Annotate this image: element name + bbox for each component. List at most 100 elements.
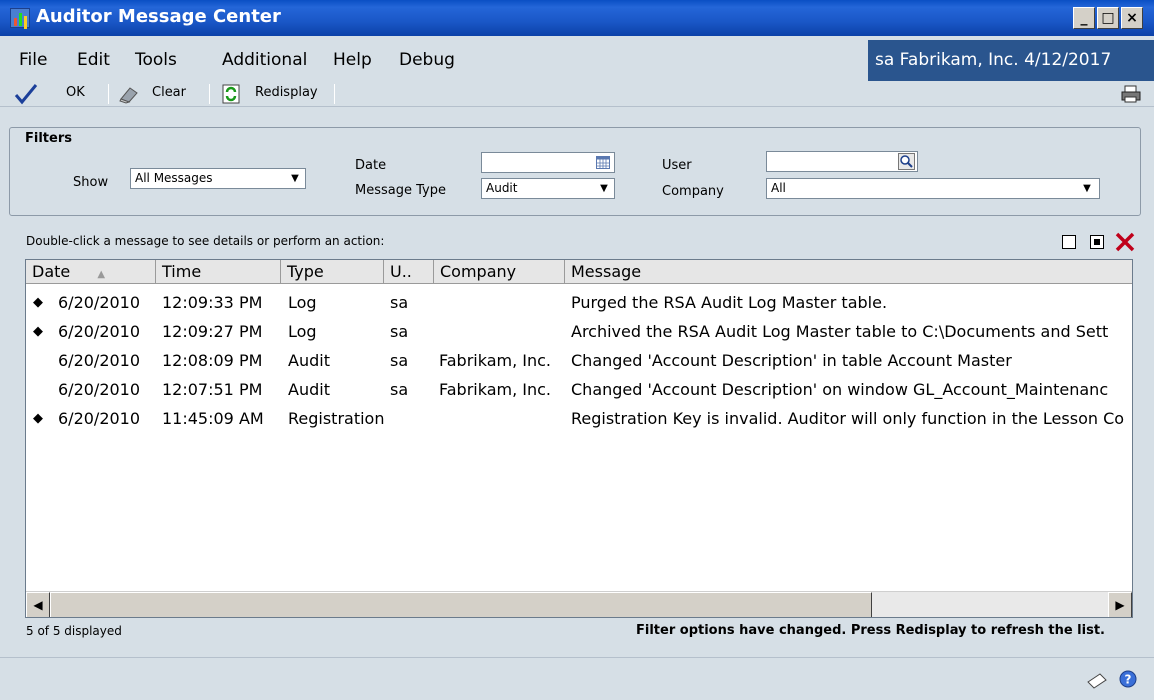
filters-title: Filters: [22, 131, 75, 146]
window-title: Auditor Message Center: [36, 6, 281, 27]
redisplay-button[interactable]: [221, 84, 241, 104]
svg-text:?: ?: [1125, 673, 1132, 687]
clear-label[interactable]: Clear: [152, 85, 186, 100]
ok-label[interactable]: OK: [66, 85, 85, 100]
scroll-right-icon[interactable]: ▶: [1108, 592, 1132, 617]
list-header: Date ▲ Time Type U.. Company Message: [26, 260, 1132, 284]
message-list: Date ▲ Time Type U.. Company Message ◆ 6…: [25, 259, 1133, 618]
displayed-count: 5 of 5 displayed: [26, 624, 122, 638]
column-date-label: Date: [32, 262, 71, 281]
checkmark-icon: [14, 84, 38, 105]
message-type-value: Audit: [486, 181, 518, 195]
maximize-button[interactable]: □: [1097, 7, 1119, 29]
mark-dot: [1094, 239, 1100, 245]
table-row[interactable]: ◆ 6/20/2010 11:45:09 AM Registration Reg…: [26, 404, 1132, 433]
row-date: 6/20/2010: [58, 380, 141, 399]
row-time: 12:09:27 PM: [162, 322, 263, 341]
note-icon: [1087, 673, 1107, 689]
row-type: Audit: [288, 351, 330, 370]
row-message: Changed 'Account Description' in table A…: [571, 351, 1012, 370]
column-company-header[interactable]: Company: [434, 260, 565, 284]
redisplay-label[interactable]: Redisplay: [255, 85, 318, 100]
menu-tools[interactable]: Tools: [135, 50, 177, 70]
row-type: Log: [288, 293, 317, 312]
company-dropdown[interactable]: All ▼: [766, 178, 1100, 199]
user-label: User: [662, 158, 692, 173]
column-time-header[interactable]: Time: [156, 260, 281, 284]
minimize-button[interactable]: _: [1073, 7, 1095, 29]
row-user: sa: [390, 293, 409, 312]
row-message: Purged the RSA Audit Log Master table.: [571, 293, 888, 312]
toolbar-separator: [334, 84, 335, 104]
list-hint: Double-click a message to see details or…: [26, 234, 385, 248]
row-company: Fabrikam, Inc.: [439, 351, 552, 370]
app-icon: [10, 8, 30, 28]
row-message: Registration Key is invalid. Auditor wil…: [571, 409, 1125, 428]
chevron-down-icon[interactable]: ▼: [594, 179, 614, 198]
menu-help[interactable]: Help: [333, 50, 372, 70]
row-date: 6/20/2010: [58, 351, 141, 370]
row-type: Audit: [288, 380, 330, 399]
date-field[interactable]: [481, 152, 615, 173]
row-message: Changed 'Account Description' on window …: [571, 380, 1109, 399]
table-row[interactable]: ◆ 6/20/2010 12:09:33 PM Log sa Purged th…: [26, 288, 1132, 317]
row-type: Registration: [288, 409, 385, 428]
scroll-left-icon[interactable]: ◀: [26, 592, 50, 617]
diamond-marker-icon: ◆: [33, 324, 43, 339]
chevron-down-icon[interactable]: ▼: [285, 169, 305, 188]
eraser-icon: [119, 87, 138, 104]
note-button[interactable]: [1086, 670, 1108, 690]
row-time: 11:45:09 AM: [162, 409, 264, 428]
sort-ascending-icon: ▲: [97, 269, 106, 280]
printer-icon: [1121, 85, 1141, 103]
table-row[interactable]: 6/20/2010 12:08:09 PM Audit sa Fabrikam,…: [26, 346, 1132, 375]
clear-button[interactable]: [118, 84, 140, 104]
menu-additional[interactable]: Additional: [222, 50, 307, 70]
chevron-down-icon[interactable]: ▼: [1077, 179, 1097, 198]
help-button[interactable]: ?: [1118, 669, 1138, 689]
scroll-thumb[interactable]: [50, 592, 872, 617]
row-type: Log: [288, 322, 317, 341]
delete-button[interactable]: [1114, 232, 1136, 252]
table-row[interactable]: 6/20/2010 12:07:51 PM Audit sa Fabrikam,…: [26, 375, 1132, 404]
diamond-marker-icon: ◆: [33, 411, 43, 426]
column-user-header[interactable]: U..: [384, 260, 434, 284]
row-date: 6/20/2010: [58, 293, 141, 312]
column-message-header[interactable]: Message: [565, 260, 1132, 284]
print-button[interactable]: [1120, 85, 1142, 103]
show-dropdown[interactable]: All Messages ▼: [130, 168, 306, 189]
date-label: Date: [355, 158, 387, 173]
help-icon: ?: [1119, 670, 1137, 688]
row-user: sa: [390, 322, 409, 341]
message-type-label: Message Type: [355, 183, 446, 198]
company-label: Company: [662, 184, 724, 199]
menu-debug[interactable]: Debug: [399, 50, 455, 70]
toolbar-separator: [108, 84, 109, 104]
ok-button[interactable]: [14, 83, 38, 105]
row-date: 6/20/2010: [58, 322, 141, 341]
filter-changed-notice: Filter options have changed. Press Redis…: [636, 623, 1105, 638]
company-value: All: [771, 181, 786, 195]
mark-all-icon[interactable]: [1090, 235, 1104, 249]
menu-edit[interactable]: Edit: [77, 50, 110, 70]
row-message: Archived the RSA Audit Log Master table …: [571, 322, 1109, 341]
unmark-all-icon[interactable]: [1062, 235, 1076, 249]
lookup-icon[interactable]: [898, 153, 915, 170]
menu-file[interactable]: File: [19, 50, 47, 70]
calendar-icon[interactable]: [596, 156, 610, 169]
column-date-header[interactable]: Date ▲: [26, 260, 156, 284]
user-field[interactable]: [766, 151, 918, 172]
row-user: sa: [390, 380, 409, 399]
table-row[interactable]: ◆ 6/20/2010 12:09:27 PM Log sa Archived …: [26, 317, 1132, 346]
title-bar: Auditor Message Center _ □ ×: [0, 0, 1154, 36]
toolbar-separator: [209, 84, 210, 104]
horizontal-scrollbar[interactable]: ◀ ▶: [26, 591, 1132, 617]
row-time: 12:07:51 PM: [162, 380, 263, 399]
delete-x-icon: [1115, 232, 1135, 252]
message-type-dropdown[interactable]: Audit ▼: [481, 178, 615, 199]
column-type-header[interactable]: Type: [281, 260, 384, 284]
close-button[interactable]: ×: [1121, 7, 1143, 29]
row-time: 12:09:33 PM: [162, 293, 263, 312]
toolbar: OK Clear Redisplay: [0, 81, 1154, 107]
bottom-bar: ?: [0, 657, 1154, 700]
